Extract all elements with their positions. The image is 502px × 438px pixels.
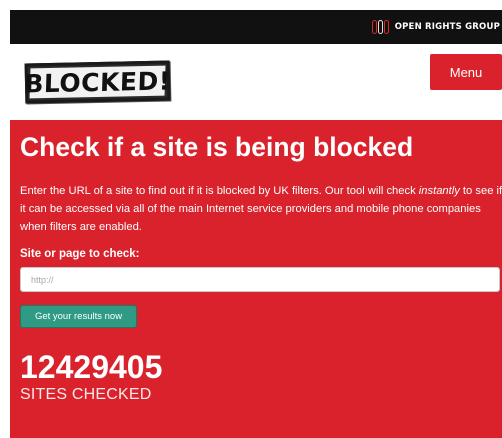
top-bar: OPEN RIGHTS GROUP <box>10 10 502 44</box>
url-input[interactable] <box>20 267 500 292</box>
page-title: Check if a site is being blocked <box>20 132 414 162</box>
org-link[interactable]: OPEN RIGHTS GROUP <box>371 10 500 44</box>
org-name: OPEN RIGHTS GROUP <box>394 22 500 32</box>
url-field-label: Site or page to check: <box>20 248 140 260</box>
intro-emphasis: instantly <box>418 185 460 197</box>
check-site-panel: Check if a site is being blocked Enter t… <box>10 120 502 438</box>
logo-text: BLOCKED! <box>23 65 172 99</box>
sites-checked-count: 12429405 <box>20 349 163 385</box>
menu-button[interactable]: Menu <box>430 54 502 90</box>
org-logo-icon <box>371 19 389 35</box>
get-results-button[interactable]: Get your results now <box>20 305 137 328</box>
intro-text-start: Enter the URL of a site to find out if i… <box>20 185 419 197</box>
site-logo[interactable]: BLOCKED! <box>23 60 172 104</box>
site-header: BLOCKED! Menu <box>10 44 502 120</box>
sites-checked-label: SITES CHECKED <box>20 386 152 403</box>
intro-text: Enter the URL of a site to find out if i… <box>20 182 502 236</box>
